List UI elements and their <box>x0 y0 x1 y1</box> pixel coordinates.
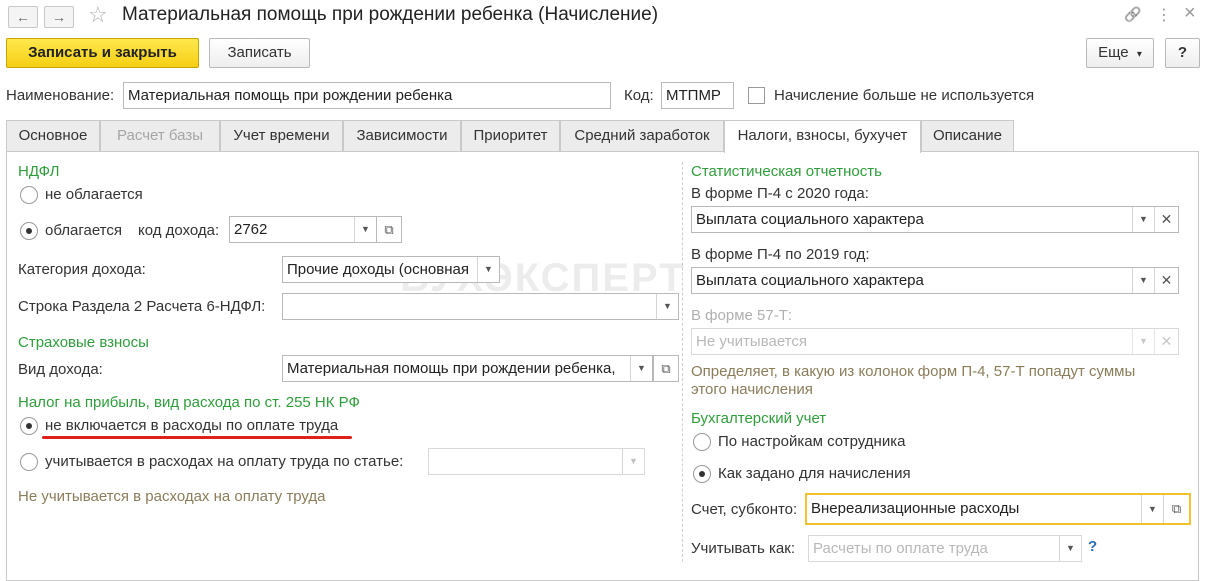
f57t-value: Не учитывается <box>696 333 807 350</box>
ndfl-taxed-label: облагается <box>45 222 123 239</box>
line-6ndfl-label: Строка Раздела 2 Расчета 6-НДФЛ: <box>18 298 266 315</box>
tab-average-earnings[interactable]: Средний заработок <box>560 120 724 152</box>
help-button[interactable]: ? <box>1165 38 1200 68</box>
tab-time-accounting[interactable]: Учет времени <box>220 120 343 152</box>
tab-taxes[interactable]: Налоги, взносы, бухучет <box>724 120 921 153</box>
profit-tax-section-title: Налог на прибыль, вид расхода по ст. 255… <box>18 394 360 411</box>
highlight-underline <box>42 436 352 439</box>
income-type-select[interactable]: Материальная помощь при рождении ребенка… <box>282 355 653 382</box>
unused-label: Начисление больше не используется <box>774 87 1035 104</box>
chevron-down-icon[interactable]: ▼ <box>1132 329 1154 354</box>
chevron-down-icon[interactable]: ▼ <box>1132 207 1154 232</box>
help-link-icon[interactable]: ? <box>1088 538 1097 555</box>
clear-icon[interactable]: ✕ <box>1154 329 1178 354</box>
account-label: Счет, субконто: <box>691 501 798 518</box>
name-input[interactable]: Материальная помощь при рождении ребенка <box>123 82 611 109</box>
account-value: Внереализационные расходы <box>811 500 1020 517</box>
clear-icon[interactable]: ✕ <box>1154 268 1178 293</box>
not-included-radio[interactable] <box>20 417 38 435</box>
income-category-label: Категория дохода: <box>18 261 146 278</box>
chevron-down-icon: ▾ <box>1136 49 1142 60</box>
code-input[interactable]: МТПМР <box>661 82 734 109</box>
line-6ndfl-select[interactable]: ▼ <box>282 293 679 320</box>
p4-2020-value: Выплата социального характера <box>696 211 924 228</box>
f57t-select[interactable]: Не учитывается ▼ ✕ <box>691 328 1179 355</box>
forward-arrow-icon: → <box>52 9 66 25</box>
unused-checkbox[interactable] <box>748 87 765 104</box>
open-icon[interactable]: ⧉ <box>653 355 679 382</box>
consider-as-label: Учитывать как: <box>691 540 796 557</box>
more-menu-icon[interactable]: ⋮ <box>1156 5 1172 25</box>
tab-main[interactable]: Основное <box>6 120 100 152</box>
accounting-section-title: Бухгалтерский учет <box>691 410 827 427</box>
chevron-down-icon[interactable]: ▼ <box>1059 536 1081 561</box>
income-type-label: Вид дохода: <box>18 361 103 378</box>
chevron-down-icon[interactable]: ▼ <box>477 257 499 282</box>
not-included-label: не включается в расходы по оплате труда <box>45 417 339 434</box>
save-button[interactable]: Записать <box>209 38 310 68</box>
tab-dependencies[interactable]: Зависимости <box>343 120 461 152</box>
p4-2019-value: Выплата социального характера <box>696 272 924 289</box>
name-label: Наименование: <box>6 87 115 104</box>
open-icon[interactable]: ⧉ <box>1163 495 1189 523</box>
close-icon[interactable]: × <box>1184 2 1196 25</box>
consider-as-value: Расчеты по оплате труда <box>813 540 988 557</box>
tab-priority[interactable]: Приоритет <box>461 120 560 152</box>
as-set-label: Как задано для начисления <box>718 465 911 482</box>
p4-2019-label: В форме П-4 по 2019 год: <box>691 246 870 263</box>
account-select[interactable]: Внереализационные расходы ▼ ⧉ <box>805 493 1191 525</box>
income-type-value: Материальная помощь при рождении ребенка… <box>287 360 616 377</box>
back-arrow-icon: ← <box>16 9 30 25</box>
tab-description[interactable]: Описание <box>921 120 1014 152</box>
chevron-down-icon[interactable]: ▼ <box>622 449 644 474</box>
included-radio[interactable] <box>20 453 38 471</box>
p4-2020-select[interactable]: Выплата социального характера ▼ ✕ <box>691 206 1179 233</box>
column-divider <box>682 162 683 562</box>
ndfl-not-taxed-radio[interactable] <box>20 186 38 204</box>
more-button[interactable]: Еще ▾ <box>1086 38 1154 68</box>
income-code-input[interactable]: 2762 ▼ <box>229 216 377 243</box>
by-employee-radio[interactable] <box>693 433 711 451</box>
chevron-down-icon[interactable]: ▼ <box>630 356 652 381</box>
insurance-section-title: Страховые взносы <box>18 334 149 351</box>
income-code-label: код дохода: <box>138 222 220 239</box>
statistics-hint-line1: Определяет, в какую из колонок форм П-4,… <box>691 363 1136 380</box>
p4-2020-label: В форме П-4 с 2020 года: <box>691 185 869 202</box>
income-category-select[interactable]: Прочие доходы (основная ▼ <box>282 256 500 283</box>
back-button[interactable]: ← <box>8 6 38 28</box>
forward-button[interactable]: → <box>44 6 74 28</box>
chevron-down-icon[interactable]: ▼ <box>656 294 678 319</box>
ndfl-section-title: НДФЛ <box>18 163 60 180</box>
statistics-section-title: Статистическая отчетность <box>691 163 882 180</box>
by-employee-label: По настройкам сотрудника <box>718 433 906 450</box>
income-code-value: 2762 <box>234 221 268 238</box>
open-icon[interactable]: ⧉ <box>376 216 402 243</box>
more-button-label: Еще <box>1098 44 1129 61</box>
income-category-value: Прочие доходы (основная <box>287 261 469 278</box>
chevron-down-icon[interactable]: ▼ <box>1132 268 1154 293</box>
favorite-star-icon[interactable]: ☆ <box>88 2 108 28</box>
included-label: учитывается в расходах на оплату труда п… <box>45 453 404 470</box>
link-icon[interactable]: 🔗 <box>1124 6 1141 23</box>
tab-base-calculation[interactable]: Расчет базы <box>100 120 220 152</box>
ndfl-taxed-radio[interactable] <box>20 222 38 240</box>
chevron-down-icon[interactable]: ▼ <box>1141 495 1163 523</box>
f57t-label: В форме 57-Т: <box>691 307 793 324</box>
ndfl-not-taxed-label: не облагается <box>45 186 143 203</box>
p4-2019-select[interactable]: Выплата социального характера ▼ ✕ <box>691 267 1179 294</box>
code-label: Код: <box>624 87 654 104</box>
profit-tax-hint: Не учитывается в расходах на оплату труд… <box>18 488 326 505</box>
consider-as-select[interactable]: Расчеты по оплате труда ▼ <box>808 535 1082 562</box>
as-set-radio[interactable] <box>693 465 711 483</box>
window-title: Материальная помощь при рождении ребенка… <box>122 4 659 25</box>
statistics-hint-line2: этого начисления <box>691 381 813 398</box>
article-select[interactable]: ▼ <box>428 448 645 475</box>
chevron-down-icon[interactable]: ▼ <box>354 217 376 242</box>
save-and-close-button[interactable]: Записать и закрыть <box>6 38 199 68</box>
clear-icon[interactable]: ✕ <box>1154 207 1178 232</box>
